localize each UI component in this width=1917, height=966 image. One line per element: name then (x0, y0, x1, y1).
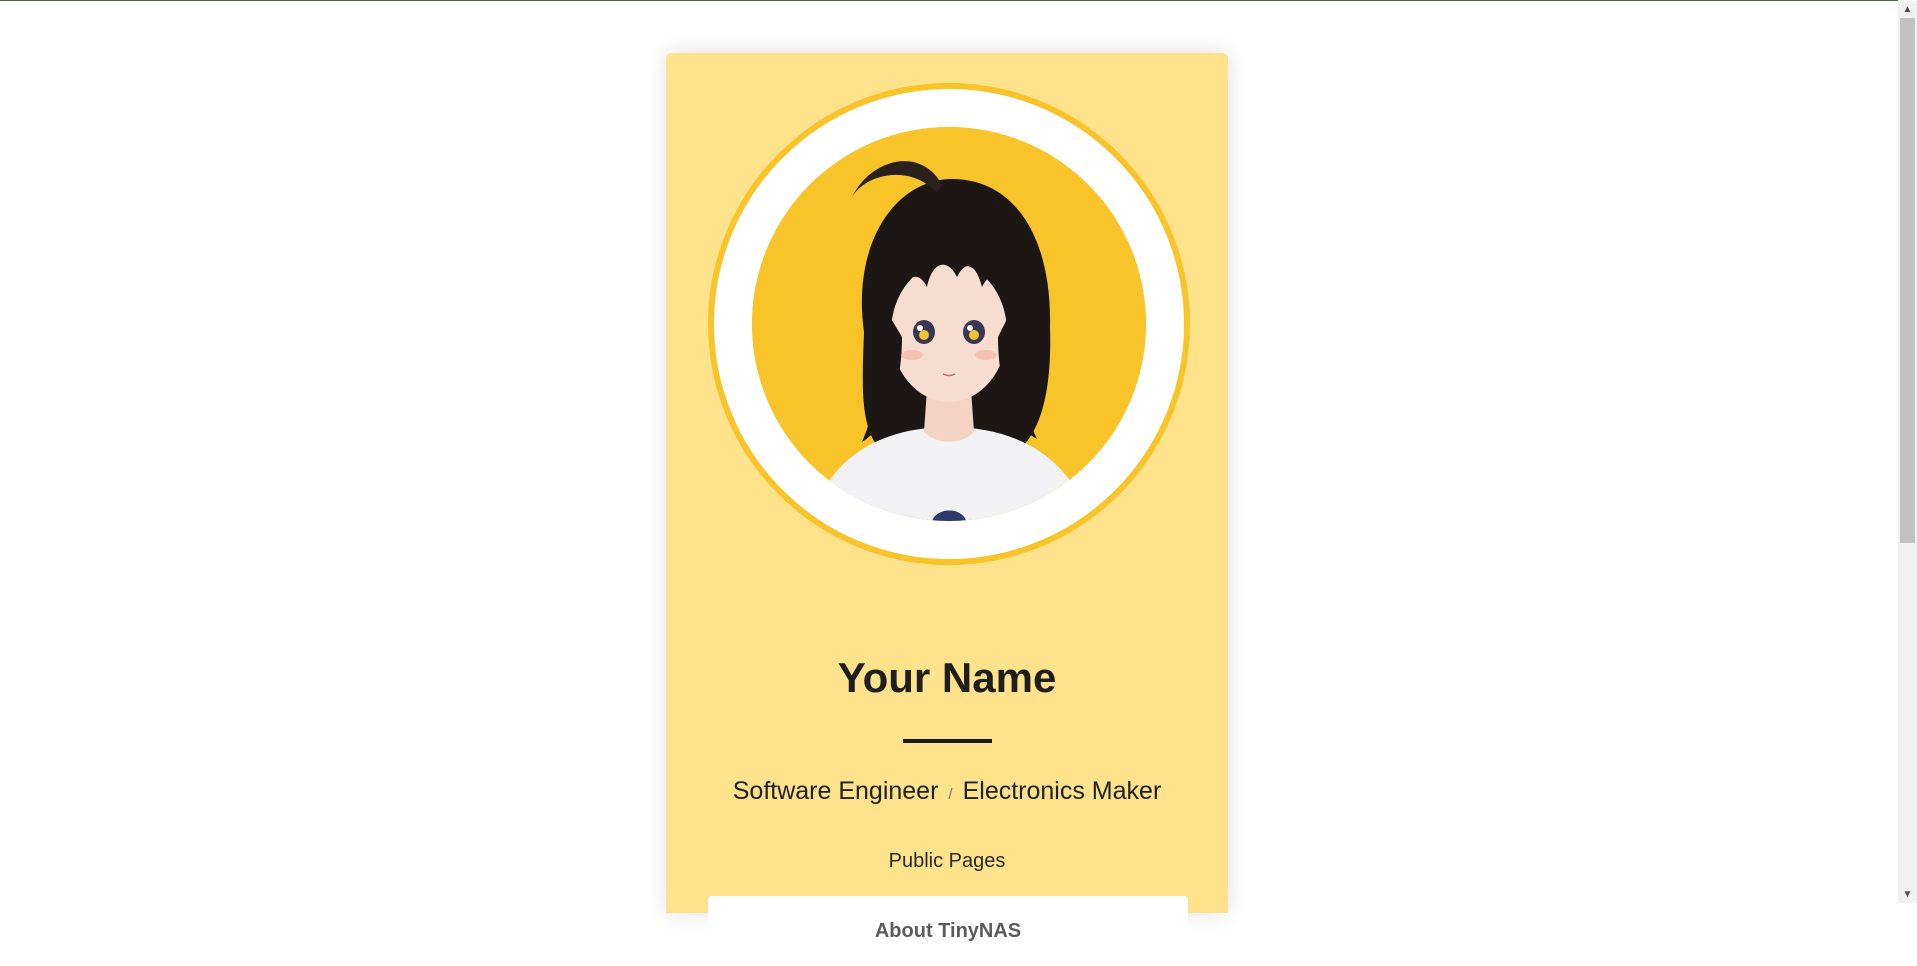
public-pages-heading: Public Pages (888, 850, 1006, 872)
page-viewport: Your Name Software Engineer / Electronics … (0, 1, 1898, 966)
profile-name: Your Name (837, 654, 1057, 701)
scrollbar-thumb[interactable] (1900, 18, 1915, 543)
name-divider (903, 739, 992, 743)
link-button-label: About TinyNAS (874, 920, 1022, 942)
role-software-engineer: Software Engineer (732, 777, 939, 805)
vertical-scrollbar[interactable]: ▲ ▼ (1898, 1, 1917, 903)
avatar-portrait-image (752, 127, 1146, 521)
scroll-down-arrow-icon[interactable]: ▼ (1898, 886, 1917, 903)
avatar (752, 127, 1146, 521)
profile-roles: Software Engineer / Electronics Maker (666, 775, 1228, 811)
role-electronics-maker: Electronics Maker (962, 777, 1162, 805)
about-tinynas-link-button[interactable]: About TinyNAS (708, 896, 1188, 966)
role-separator: / (948, 786, 953, 803)
scroll-up-arrow-icon[interactable]: ▲ (1898, 1, 1917, 18)
avatar-ring (708, 83, 1190, 565)
profile-card: Your Name Software Engineer / Electronics … (666, 53, 1228, 966)
